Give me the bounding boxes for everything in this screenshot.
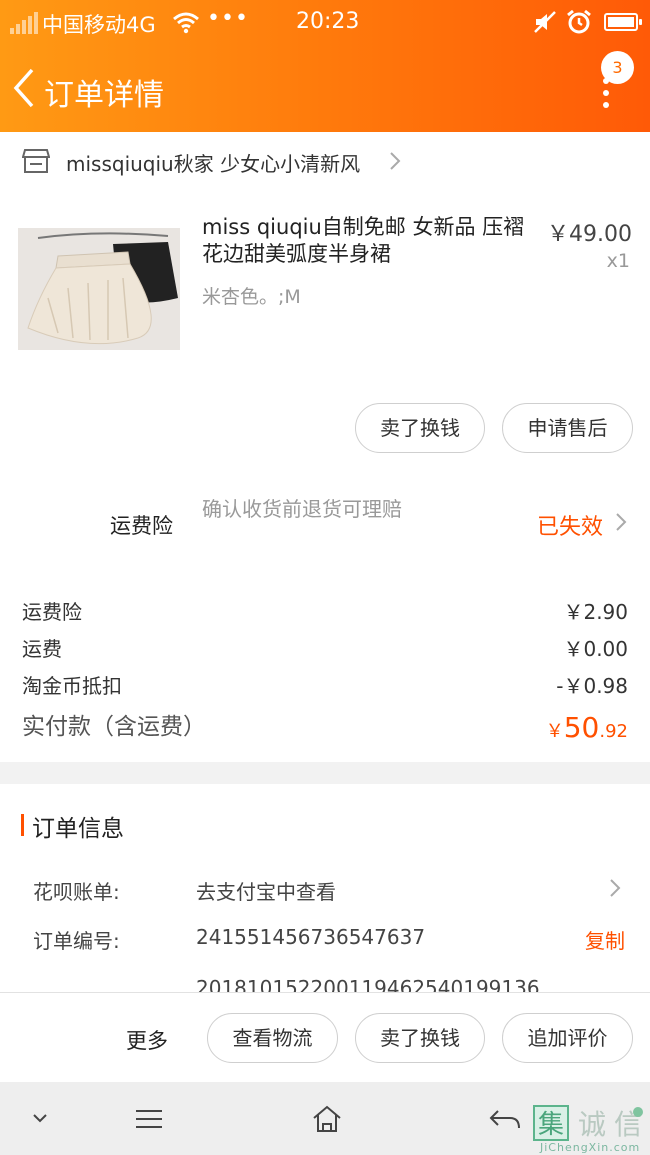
- huabei-link[interactable]: 去支付宝中查看: [196, 876, 336, 905]
- chevron-right-icon: [390, 152, 401, 170]
- paid-label: 实付款（含运费）: [22, 714, 206, 740]
- add-review-button[interactable]: 追加评价: [502, 1013, 633, 1063]
- product-title[interactable]: miss qiuqiu自制免邮 女新品 压褶花边甜美弧度半身裙: [202, 214, 532, 268]
- trade-number: 2018101522001194625401991​36: [196, 976, 540, 992]
- order-number-label: 订单编号:: [33, 929, 120, 953]
- fee-label: 淘金币抵扣: [22, 674, 122, 698]
- fee-row: 运费险 ￥2.90: [22, 596, 628, 625]
- order-info-section: 订单信息 花呗账单: 去支付宝中查看 订单编号: 241551456736547…: [0, 784, 650, 992]
- app-header: 中国移动4G ••• 20:23 订单详情 3: [0, 0, 650, 132]
- paid-amount: ￥50.92: [545, 711, 628, 744]
- wifi-icon: [173, 12, 199, 34]
- carrier-label: 中国移动4G: [42, 13, 156, 37]
- sell-exchange-button[interactable]: 卖了换钱: [355, 403, 485, 453]
- signal-icon: [10, 12, 38, 34]
- shop-icon: [22, 149, 50, 173]
- paid-total-row: 实付款（含运费） ￥50.92: [22, 707, 628, 744]
- bottom-action-bar: 更多 查看物流 卖了换钱 追加评价: [0, 992, 650, 1082]
- back-icon[interactable]: [488, 1108, 522, 1130]
- view-logistics-button[interactable]: 查看物流: [207, 1013, 338, 1063]
- section-accent-bar: [21, 814, 24, 836]
- home-icon[interactable]: [311, 1104, 343, 1134]
- watermark-url: JiChengXin.com: [540, 1141, 641, 1154]
- battery-icon: [604, 13, 642, 31]
- svg-text:诚: 诚: [578, 1108, 606, 1141]
- chevron-right-icon[interactable]: [614, 512, 628, 532]
- product-image[interactable]: [18, 228, 180, 350]
- alarm-icon: [567, 9, 591, 34]
- fee-label: 运费: [22, 637, 62, 661]
- menu-icon[interactable]: [134, 1108, 164, 1130]
- more-button[interactable]: 更多: [126, 1025, 168, 1055]
- chevron-right-icon[interactable]: [608, 878, 622, 898]
- fee-row: 运费 ￥0.00: [22, 633, 628, 662]
- insurance-description: 确认收货前退货可理赔: [202, 497, 402, 521]
- after-sale-button[interactable]: 申请售后: [502, 403, 633, 453]
- product-price: ￥49.00: [547, 222, 632, 247]
- shop-row[interactable]: missqiuqiu秋家 少女心小清新风: [0, 132, 650, 188]
- product-spec: 米杏色。;M: [202, 286, 301, 308]
- more-notifications-icon: •••: [207, 6, 249, 31]
- product-quantity: x1: [606, 250, 630, 272]
- svg-text:集: 集: [538, 1110, 564, 1140]
- order-number: 241551456736547637: [196, 925, 426, 949]
- fee-value: ￥2.90: [563, 600, 628, 624]
- fee-value: -￥0.98: [556, 674, 628, 698]
- fee-row: 淘金币抵扣 -￥0.98: [22, 670, 628, 699]
- message-badge[interactable]: 3: [601, 51, 634, 84]
- sell-exchange-button[interactable]: 卖了换钱: [355, 1013, 485, 1063]
- mute-icon: [534, 11, 556, 33]
- fee-label: 运费险: [22, 600, 82, 624]
- clock: 20:23: [296, 9, 360, 34]
- order-info-title: 订单信息: [32, 816, 124, 842]
- product-card: miss qiuqiu自制免邮 女新品 压褶花边甜美弧度半身裙 米杏色。;M ￥…: [0, 188, 650, 478]
- page-title: 订单详情: [44, 78, 164, 113]
- status-bar: 中国移动4G ••• 20:23: [0, 0, 650, 46]
- huabei-label: 花呗账单:: [33, 880, 120, 904]
- collapse-down-icon[interactable]: [32, 1112, 48, 1124]
- copy-button[interactable]: 复制: [585, 925, 625, 954]
- insurance-label: 运费险: [110, 514, 173, 538]
- insurance-status[interactable]: 已失效: [537, 509, 603, 541]
- shop-name: missqiuqiu秋家 少女心小清新风: [66, 152, 361, 176]
- fee-value: ￥0.00: [563, 637, 628, 661]
- back-arrow-icon[interactable]: [10, 66, 38, 110]
